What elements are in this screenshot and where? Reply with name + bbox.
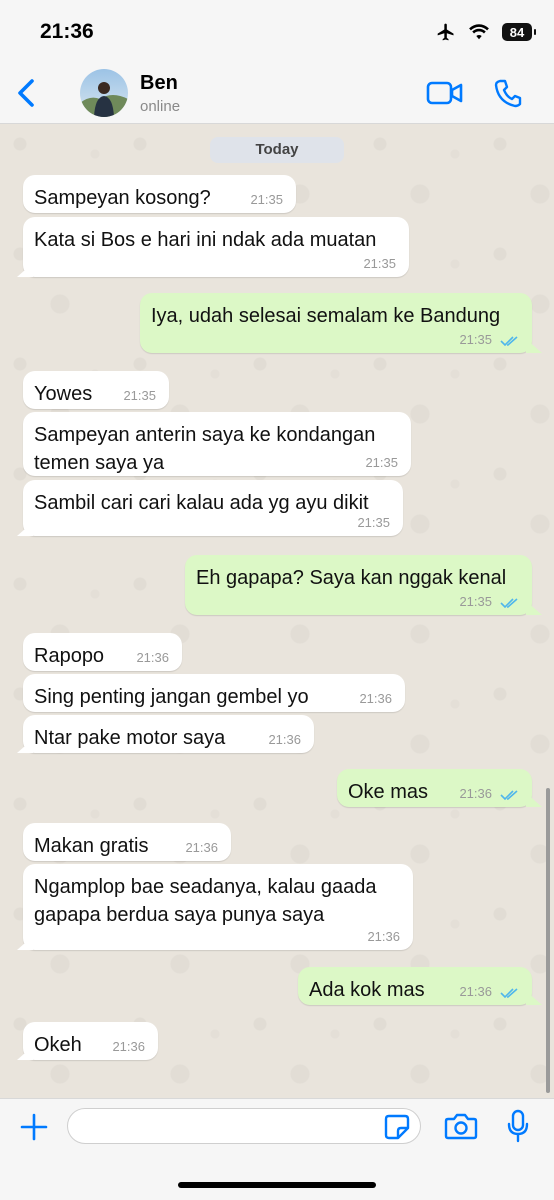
contact-name[interactable]: Ben	[140, 72, 178, 95]
message-text: Sampeyan kosong?	[34, 187, 211, 209]
message-text: Eh gapapa? Saya kan nggak kenal	[196, 567, 507, 589]
read-receipt-icon	[500, 790, 518, 801]
bubble-tail	[526, 991, 542, 1005]
message-time: 21:35	[123, 388, 156, 403]
message-text: Sambil cari cari kalau ada yg ayu dikit	[34, 492, 369, 514]
message-bubble[interactable]: Oke mas 21:36	[337, 769, 542, 807]
message-time: 21:35	[363, 256, 396, 271]
home-indicator[interactable]	[178, 1182, 376, 1188]
avatar[interactable]	[80, 69, 128, 117]
message-list[interactable]: Today Sampeyan kosong? 21:35 Kata si Bos…	[0, 124, 554, 1098]
message-bubble[interactable]: Ada kok mas 21:36	[298, 967, 542, 1005]
sticker-icon	[384, 1114, 410, 1140]
message-bubble[interactable]: Okeh 21:36	[17, 1022, 158, 1060]
message-time: 21:35	[365, 455, 398, 470]
bubble-tail	[17, 263, 33, 277]
sticker-button[interactable]	[384, 1114, 410, 1140]
message-input[interactable]	[67, 1108, 421, 1144]
message-time: 21:36	[459, 786, 492, 801]
wifi-icon	[469, 24, 489, 40]
battery-level: 84	[509, 24, 525, 40]
message-time: 21:35	[357, 515, 390, 530]
bubble-tail	[526, 793, 542, 807]
message-time: 21:35	[459, 332, 492, 347]
voice-call-button[interactable]	[494, 78, 522, 108]
message-text: Oke mas	[348, 781, 429, 803]
bubble-tail	[17, 936, 33, 950]
message-text: Sampeyan anterin saya ke kondangan temen…	[34, 424, 376, 474]
message-time: 21:36	[268, 732, 301, 747]
airplane-icon	[437, 23, 454, 41]
message-bubble[interactable]: Sambil cari cari kalau ada yg ayu dikit …	[17, 480, 403, 536]
message-time: 21:36	[112, 1039, 145, 1054]
message-bubble[interactable]: Makan gratis 21:36	[23, 823, 231, 861]
microphone-icon	[511, 1109, 525, 1132]
message-time: 21:36	[185, 840, 218, 855]
scrollbar[interactable]	[546, 788, 550, 1093]
message-bubble[interactable]: Ntar pake motor saya 21:36	[17, 715, 314, 753]
message-bubble[interactable]: Rapopo 21:36	[23, 633, 182, 671]
video-camera-icon	[426, 81, 453, 105]
bubble-tail	[17, 1046, 33, 1060]
date-separator: Today	[210, 137, 344, 163]
composer-bar	[0, 1098, 554, 1200]
message-text: Kata si Bos e hari ini ndak ada muatan	[34, 229, 377, 251]
plus-icon	[20, 1113, 48, 1141]
bubble-tail	[526, 339, 542, 353]
message-text: Iya, udah selesai semalam ke Bandung	[151, 305, 501, 327]
read-receipt-icon	[500, 336, 518, 347]
microphone-button[interactable]	[506, 1109, 530, 1143]
message-text: Ngamplop bae seadanya, kalau gaada gapap…	[34, 876, 377, 926]
status-time: 21:36	[40, 20, 94, 43]
status-bar: 21:36 84	[0, 0, 554, 62]
read-receipt-icon	[500, 598, 518, 609]
message-bubble[interactable]: Sampeyan kosong? 21:35	[23, 175, 296, 213]
message-bubble[interactable]: Iya, udah selesai semalam ke Bandung 21:…	[140, 293, 542, 353]
message-time: 21:36	[367, 929, 400, 944]
message-time: 21:35	[459, 594, 492, 609]
camera-button[interactable]	[444, 1112, 478, 1140]
message-time: 21:36	[136, 650, 169, 665]
message-bubble[interactable]: Sampeyan anterin saya ke kondangan temen…	[23, 412, 411, 476]
battery-indicator: 84	[502, 23, 536, 41]
message-bubble[interactable]: Kata si Bos e hari ini ndak ada muatan 2…	[17, 217, 409, 277]
message-bubble[interactable]: Yowes 21:35	[23, 371, 169, 409]
status-icons: 84	[436, 22, 536, 42]
message-bubble[interactable]: Sing penting jangan gembel yo 21:36	[23, 674, 405, 712]
contact-status: online	[140, 98, 181, 115]
read-receipt-icon	[500, 988, 518, 999]
attach-button[interactable]	[20, 1113, 48, 1141]
video-call-button[interactable]	[426, 80, 464, 106]
chat-header: Ben online	[0, 62, 554, 124]
message-bubble[interactable]: Ngamplop bae seadanya, kalau gaada gapap…	[17, 864, 413, 950]
message-text: Ntar pake motor saya	[34, 727, 226, 749]
bubble-tail	[17, 739, 33, 753]
back-button[interactable]	[14, 78, 38, 108]
bubble-tail	[526, 601, 542, 615]
bubble-tail	[17, 522, 33, 536]
message-bubble[interactable]: Eh gapapa? Saya kan nggak kenal 21:35	[185, 555, 542, 615]
message-text: Sing penting jangan gembel yo	[34, 686, 309, 708]
phone-icon	[494, 79, 522, 108]
chevron-left-icon	[18, 79, 34, 107]
message-time: 21:35	[250, 192, 283, 207]
message-time: 21:36	[359, 691, 392, 706]
message-time: 21:36	[459, 984, 492, 999]
